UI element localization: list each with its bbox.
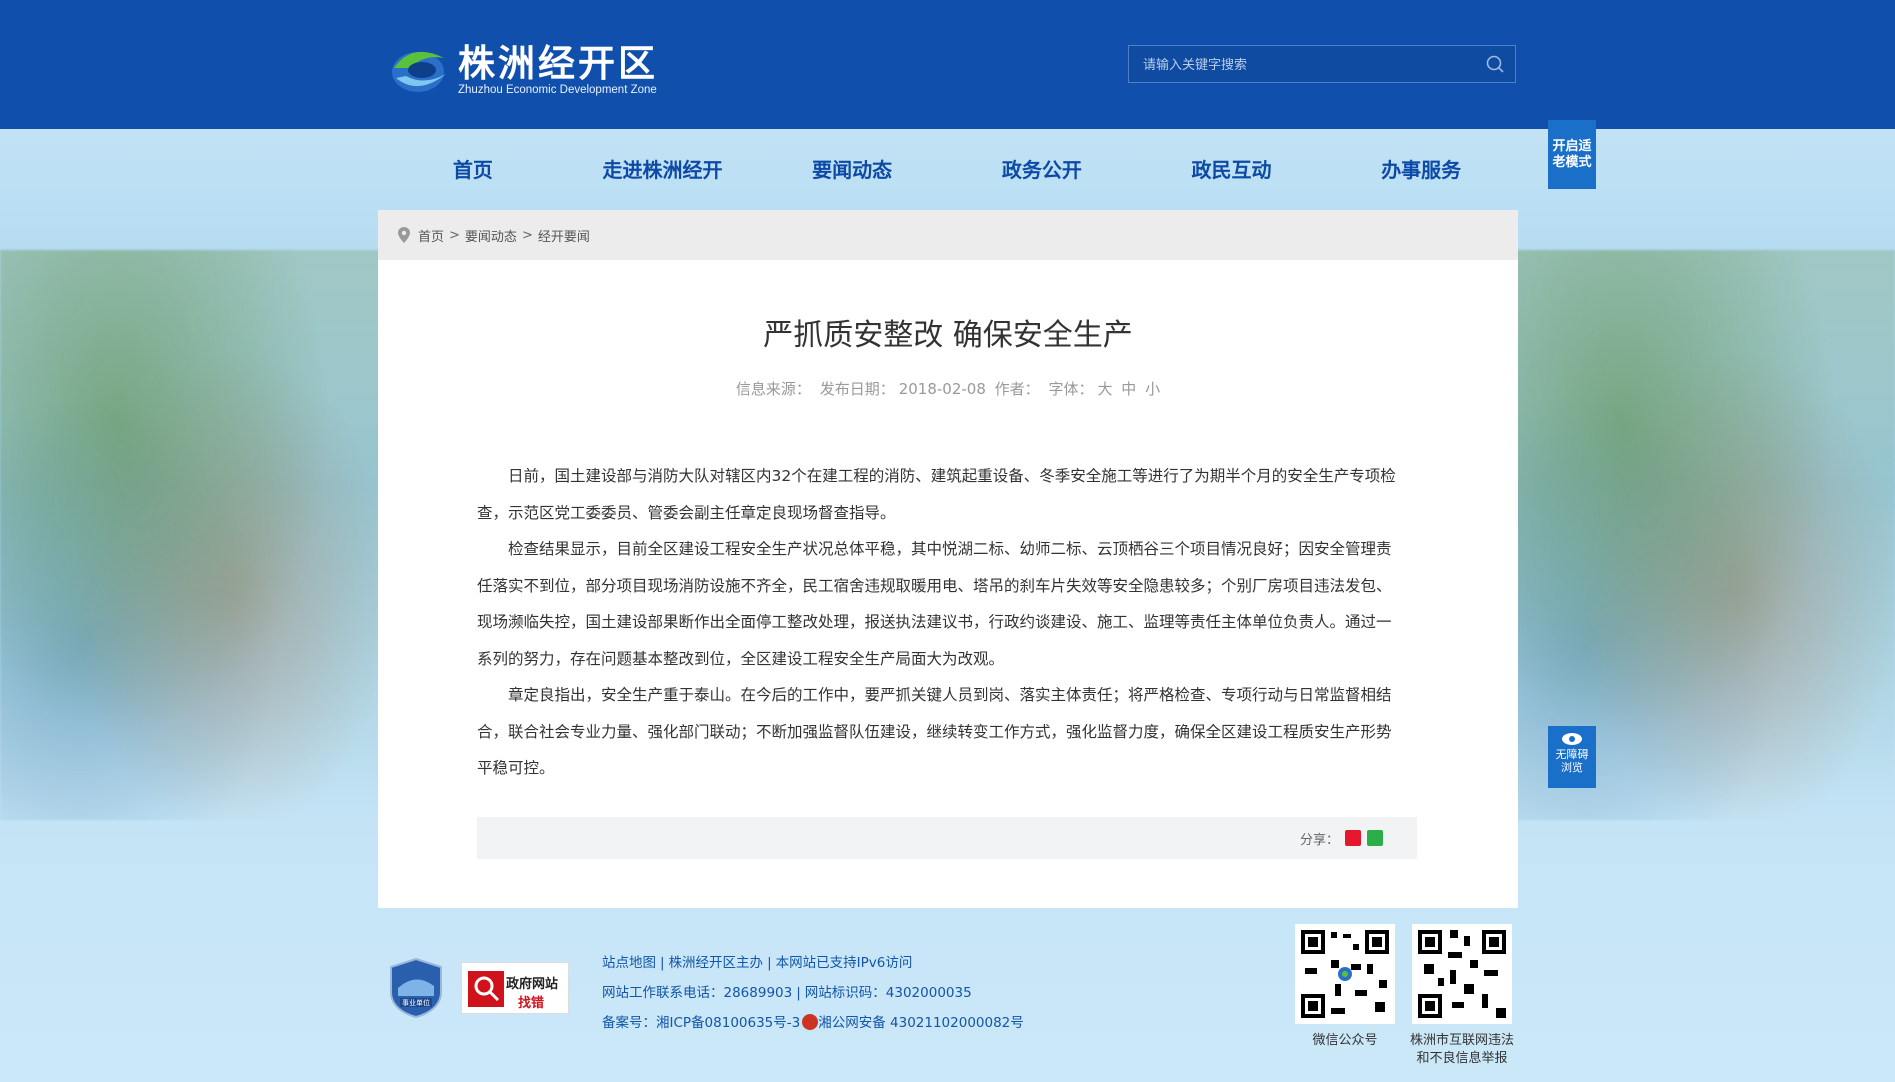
- footer-police-link[interactable]: 湘公网安备 43021102000082号: [818, 1015, 1024, 1031]
- footer: 事业单位 政府网站 找错 站点地图 | 株洲经开区主办 | 本网站已支持IPv6访问 网…: [378, 920, 1518, 1080]
- article-body: 日前，国土建设部与消防大队对辖区内32个在建工程的消防、建筑起重设备、冬季安全施…: [477, 458, 1397, 787]
- footer-site-id: 4302000035: [885, 985, 972, 1001]
- qr2-caption: 株洲市互联网违法 和不良信息举报: [1392, 1032, 1532, 1068]
- qr2-caption-line-2: 和不良信息举报: [1416, 1051, 1508, 1066]
- article-panel: 严抓质安整改 确保安全生产 信息来源： 发布日期： 2018-02-08 作者： …: [378, 260, 1518, 908]
- logo-title: 株洲经开区: [458, 42, 658, 85]
- breadcrumb: 首页 > 要闻动态 > 经开要闻: [378, 210, 1518, 260]
- nav-item-home[interactable]: 首页: [378, 150, 568, 190]
- breadcrumb-home[interactable]: 首页: [418, 226, 444, 245]
- header-bar: 株洲经开区 Zhuzhou Economic Development Zone: [0, 0, 1895, 129]
- footer-link-host[interactable]: 株洲经开区主办: [669, 955, 764, 971]
- footer-link-sitemap[interactable]: 站点地图: [602, 955, 656, 971]
- eye-icon: [1562, 733, 1582, 745]
- share-bar: 分享：: [477, 817, 1417, 859]
- magnifier-icon: [468, 971, 504, 1007]
- footer-phone-label: 网站工作联系电话：: [602, 985, 724, 1001]
- wechat-share-icon[interactable]: [1367, 830, 1383, 846]
- gov-site-error-report-badge[interactable]: 政府网站 找错: [461, 962, 569, 1014]
- article-meta: 信息来源： 发布日期： 2018-02-08 作者： 字体：大 中 小: [378, 378, 1518, 399]
- wechat-qr-code: [1295, 924, 1395, 1024]
- breadcrumb-zone-news[interactable]: 经开要闻: [538, 226, 590, 245]
- main-nav: 首页 走进株洲经开 要闻动态 政务公开 政民互动 办事服务: [378, 150, 1516, 190]
- font-size-small[interactable]: 小: [1145, 380, 1160, 398]
- nav-item-services[interactable]: 办事服务: [1326, 150, 1516, 190]
- public-institution-badge-icon[interactable]: 事业单位: [390, 958, 442, 1018]
- qr2-caption-line-1: 株洲市互联网违法: [1409, 1033, 1514, 1048]
- meta-source-label: 信息来源：: [735, 380, 811, 398]
- meta-date: 2018-02-08: [898, 380, 986, 398]
- nav-item-about[interactable]: 走进株洲经开: [568, 150, 758, 190]
- footer-icp-label: 备案号：: [602, 1015, 656, 1031]
- accessibility-button[interactable]: 无障碍 浏览: [1548, 726, 1596, 788]
- nav-item-interaction[interactable]: 政民互动: [1137, 150, 1327, 190]
- gov-badge-subtitle: 找错: [518, 996, 545, 1011]
- font-size-large[interactable]: 大: [1097, 380, 1112, 398]
- qr1-caption: 微信公众号: [1312, 1033, 1378, 1048]
- footer-site-id-label: 网站标识码：: [804, 985, 886, 1001]
- footer-icp-link[interactable]: 湘ICP备08100635号-3: [656, 1015, 800, 1031]
- badge-unit-text: 事业单位: [402, 998, 430, 1007]
- accessibility-label-1: 无障碍: [1555, 748, 1589, 761]
- search-icon[interactable]: [1485, 54, 1505, 74]
- search-box: [1128, 45, 1516, 84]
- meta-date-label: 发布日期：: [819, 380, 895, 398]
- breadcrumb-separator: >: [521, 227, 533, 243]
- weibo-share-icon[interactable]: [1345, 830, 1361, 846]
- article-title: 严抓质安整改 确保安全生产: [763, 318, 1133, 353]
- article-paragraph: 日前，国土建设部与消防大队对辖区内32个在建工程的消防、建筑起重设备、冬季安全施…: [477, 467, 1396, 522]
- location-pin-icon: [398, 227, 410, 243]
- breadcrumb-news[interactable]: 要闻动态: [465, 226, 517, 245]
- report-qr-code: [1412, 924, 1512, 1024]
- logo-subtitle: Zhuzhou Economic Development Zone: [458, 84, 657, 96]
- elder-mode-button[interactable]: 开启适老模式: [1548, 120, 1596, 189]
- nav-item-news[interactable]: 要闻动态: [757, 150, 947, 190]
- logo-emblem-icon: [392, 51, 446, 92]
- police-badge-icon: [802, 1014, 819, 1030]
- background-scenery-left: [0, 250, 390, 820]
- share-label: 分享：: [1299, 832, 1339, 848]
- footer-phone: 28689903: [723, 985, 793, 1001]
- site-logo[interactable]: 株洲经开区 Zhuzhou Economic Development Zone: [388, 38, 658, 100]
- search-input[interactable]: [1129, 46, 1475, 84]
- gov-badge-title: 政府网站: [506, 977, 559, 992]
- article-paragraph: 检查结果显示，目前全区建设工程安全生产状况总体平稳，其中悦湖二标、幼师二标、云顶…: [477, 540, 1392, 668]
- nav-item-gov-affairs[interactable]: 政务公开: [947, 150, 1137, 190]
- breadcrumb-separator: >: [449, 227, 460, 243]
- meta-author-label: 作者：: [994, 380, 1040, 398]
- article-paragraph: 章定良指出，安全生产重于泰山。在今后的工作中，要严抓关键人员到岗、落实主体责任；…: [477, 686, 1392, 777]
- footer-info: 站点地图 | 株洲经开区主办 | 本网站已支持IPv6访问 网站工作联系电话：28689…: [602, 955, 1024, 1031]
- meta-font-label: 字体：: [1048, 380, 1094, 398]
- footer-link-ipv6[interactable]: 本网站已支持IPv6访问: [776, 955, 913, 971]
- font-size-medium[interactable]: 中: [1121, 380, 1136, 398]
- accessibility-label-2: 浏览: [1561, 761, 1583, 774]
